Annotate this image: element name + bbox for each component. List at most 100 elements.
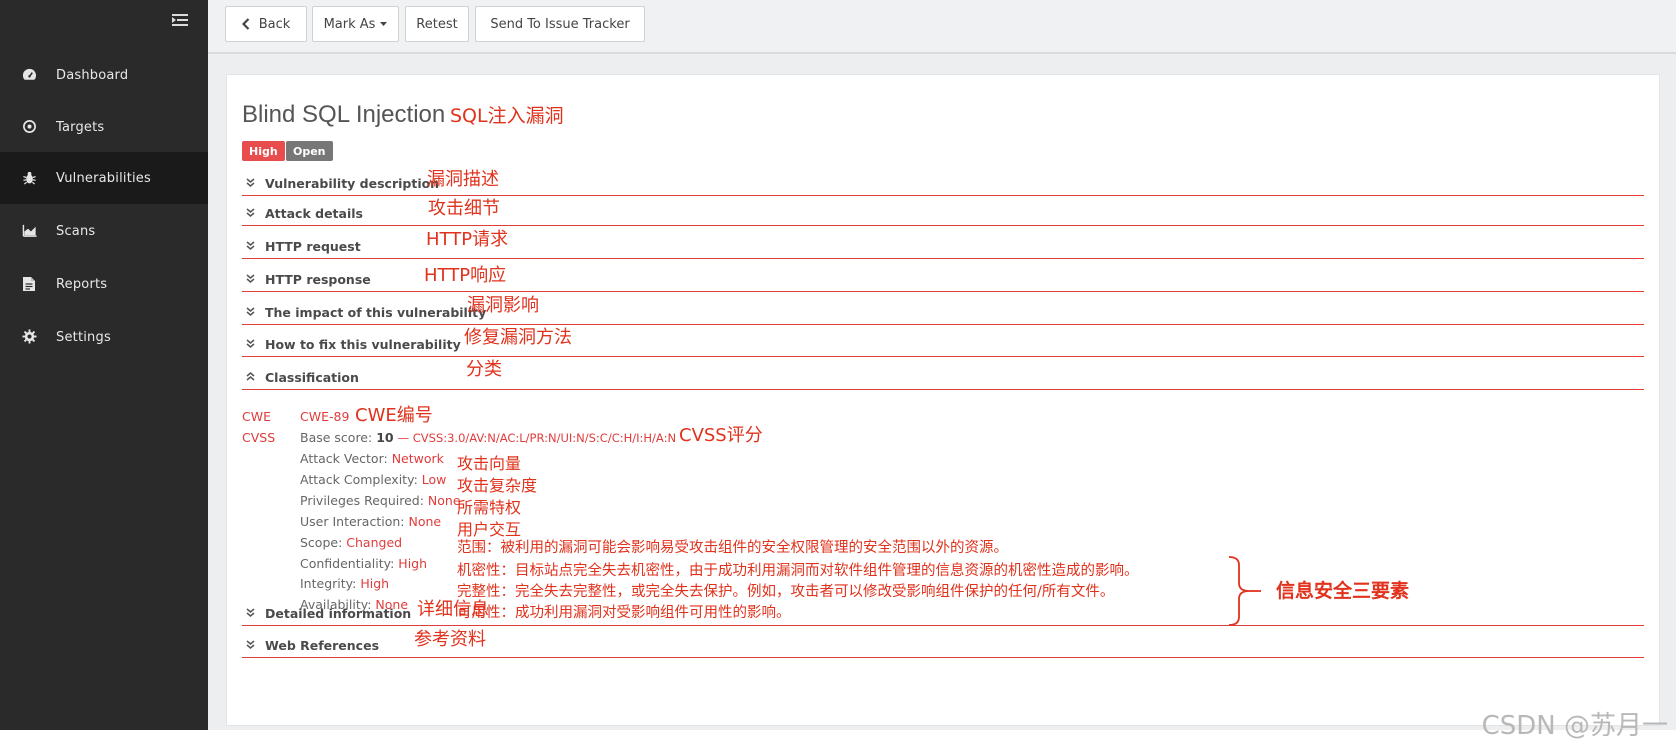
- bug-icon: [22, 170, 38, 186]
- severity-badge: High: [242, 141, 285, 161]
- annotation-detailed: 详细信息: [417, 599, 489, 620]
- action-toolbar: Back Mark As Retest Send To Issue Tracke…: [208, 0, 1676, 54]
- annotation-title: SQL注入漏洞: [450, 105, 564, 127]
- chevron-double-down-icon: [246, 239, 256, 251]
- sidebar-item-dashboard[interactable]: Dashboard: [0, 49, 208, 101]
- annotation-description: 漏洞描述: [427, 169, 499, 190]
- chevron-double-down-icon: [246, 638, 256, 650]
- retest-button[interactable]: Retest: [405, 6, 469, 42]
- annotation-impact: 漏洞影响: [467, 295, 539, 316]
- metric-integrity: Integrity: High: [300, 576, 389, 591]
- section-label: Web References: [265, 638, 380, 653]
- annotation-classification: 分类: [466, 359, 502, 380]
- annotation-cvss: CVSS评分: [679, 425, 763, 446]
- metric-value: High: [398, 556, 428, 571]
- cvss-base-score: Base score: 10 — CVSS:3.0/AV:N/AC:L/PR:N…: [300, 430, 676, 445]
- mark-as-dropdown[interactable]: Mark As: [312, 6, 399, 42]
- section-label: Classification: [265, 370, 359, 385]
- metric-label: Integrity:: [300, 576, 357, 591]
- chevron-double-down-icon: [246, 206, 256, 218]
- chevron-double-down-icon: [246, 305, 256, 317]
- sidebar-item-scans[interactable]: Scans: [0, 205, 208, 257]
- annotation-attack-complexity: 攻击复杂度: [457, 476, 538, 495]
- annotation-confidentiality: 机密性：目标站点完全失去机密性，由于成功利用漏洞而对软件组件管理的信息资源的机密…: [457, 563, 1139, 579]
- sidebar-item-label: Vulnerabilities: [56, 170, 151, 186]
- mark-as-label: Mark As: [323, 16, 376, 32]
- annotation-privileges: 所需特权: [457, 498, 522, 517]
- section-label: HTTP request: [265, 239, 361, 254]
- section-label: Attack details: [265, 206, 363, 221]
- send-to-issue-tracker-button[interactable]: Send To Issue Tracker: [475, 6, 645, 42]
- retest-label: Retest: [416, 16, 458, 32]
- cvss-vector: — CVSS:3.0/AV:N/AC:L/PR:N/UI:N/S:C/C:H/I…: [397, 431, 677, 445]
- metric-value: None: [408, 514, 442, 529]
- sidebar-item-vulnerabilities[interactable]: Vulnerabilities: [0, 152, 208, 204]
- metric-value: Low: [421, 472, 447, 487]
- sidebar-item-label: Targets: [56, 119, 105, 135]
- metric-attack-complexity: Attack Complexity: Low: [300, 472, 446, 487]
- caret-down-icon: [380, 22, 388, 26]
- chevron-double-down-icon: [246, 337, 256, 349]
- annotation-fix: 修复漏洞方法: [464, 327, 572, 348]
- annotation-attack-details: 攻击细节: [428, 198, 500, 219]
- metric-value: Changed: [346, 535, 403, 550]
- cvss-key: CVSS: [242, 430, 276, 445]
- sidebar-item-label: Scans: [56, 223, 96, 239]
- section-how-to-fix[interactable]: How to fix this vulnerability: [242, 334, 1644, 357]
- sidebar-item-label: Dashboard: [56, 67, 129, 83]
- metric-scope: Scope: Changed: [300, 535, 402, 550]
- area-chart-icon: [22, 223, 38, 239]
- metric-confidentiality: Confidentiality: High: [300, 556, 427, 571]
- metric-label: Scope:: [300, 535, 343, 550]
- base-score-label: Base score:: [300, 430, 373, 445]
- menu-collapse-icon[interactable]: [172, 12, 194, 30]
- base-score-value: 10: [376, 430, 394, 445]
- section-label: Detailed information: [265, 606, 412, 621]
- chevron-double-up-icon: [246, 370, 256, 382]
- metric-attack-vector: Attack Vector: Network: [300, 451, 444, 466]
- gear-icon: [22, 329, 38, 345]
- main-content: Back Mark As Retest Send To Issue Tracke…: [208, 0, 1676, 730]
- status-badge: Open: [286, 141, 333, 161]
- sidebar-item-label: Settings: [56, 329, 111, 345]
- sidebar-item-reports[interactable]: Reports: [0, 258, 208, 310]
- sidebar-item-settings[interactable]: Settings: [0, 311, 208, 363]
- metric-user-interaction: User Interaction: None: [300, 514, 441, 529]
- annotation-attack-vector: 攻击向量: [457, 454, 522, 473]
- sidebar-item-label: Reports: [56, 276, 108, 292]
- annotation-cia-triad: 信息安全三要素: [1276, 580, 1410, 602]
- sidebar-item-targets[interactable]: Targets: [0, 101, 208, 153]
- section-classification[interactable]: Classification: [242, 367, 1644, 390]
- metric-privileges-required: Privileges Required: None: [300, 493, 461, 508]
- section-label: Vulnerability description: [265, 176, 440, 191]
- cwe-link[interactable]: CWE-89: [300, 409, 349, 424]
- section-label: How to fix this vulnerability: [265, 337, 461, 352]
- document-icon: [22, 276, 38, 292]
- dashboard-gauge-icon: [22, 67, 38, 83]
- target-icon: [22, 119, 38, 135]
- metric-value: High: [360, 576, 390, 591]
- annotation-http-request: HTTP请求: [426, 229, 509, 250]
- back-button[interactable]: Back: [225, 6, 307, 42]
- section-label: HTTP response: [265, 272, 371, 287]
- annotation-integrity: 完整性：完全失去完整性，或完全失去保护。例如，攻击者可以修改受影响组件保护的任何…: [457, 584, 1115, 600]
- sidebar: Dashboard Targets Vulnerabilities Scans …: [0, 0, 208, 730]
- watermark: CSDN @苏月一: [1481, 711, 1668, 741]
- metric-label: Confidentiality:: [300, 556, 395, 571]
- metric-label: Privileges Required:: [300, 493, 424, 508]
- chevron-double-down-icon: [246, 176, 256, 188]
- metric-label: Attack Vector:: [300, 451, 388, 466]
- metric-label: User Interaction:: [300, 514, 405, 529]
- annotation-http-response: HTTP响应: [424, 265, 507, 286]
- section-label: The impact of this vulnerability: [265, 305, 487, 320]
- annotation-scope: 范围：被利用的漏洞可能会影响易受攻击组件的安全权限管理的安全范围以外的资源。: [457, 540, 1008, 556]
- metric-label: Attack Complexity:: [300, 472, 418, 487]
- page-title: Blind SQL Injection: [242, 101, 446, 128]
- chevron-double-down-icon: [246, 606, 256, 618]
- metric-value: Network: [391, 451, 444, 466]
- annotation-cwe: CWE编号: [355, 405, 433, 426]
- back-button-label: Back: [258, 16, 291, 32]
- chevron-double-down-icon: [246, 272, 256, 284]
- metric-value: None: [427, 493, 461, 508]
- section-impact[interactable]: The impact of this vulnerability: [242, 302, 1644, 325]
